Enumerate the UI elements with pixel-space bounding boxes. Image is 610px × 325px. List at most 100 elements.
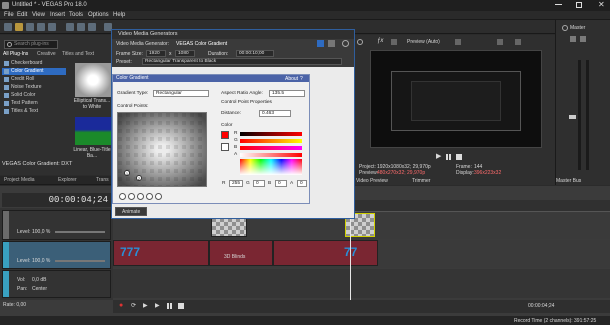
gear-icon[interactable] <box>562 25 568 31</box>
record-button[interactable]: ● <box>119 302 123 309</box>
about-link[interactable]: About <box>285 76 298 82</box>
control-point-2[interactable]: 2 <box>136 175 142 181</box>
help-button[interactable]: ? <box>300 76 303 82</box>
animate-button[interactable]: Animate <box>115 207 148 216</box>
track-header-audio[interactable]: Vol: 0,0 dB Pan: Center <box>2 270 111 298</box>
plugin-item-titles-text[interactable]: Titles & Text <box>2 108 66 115</box>
stop-button[interactable] <box>456 154 462 160</box>
fx-icon[interactable]: ƒx <box>377 38 383 44</box>
master-mute-icon[interactable] <box>580 36 586 42</box>
cut-icon[interactable] <box>66 23 74 31</box>
more-icon[interactable] <box>515 39 521 45</box>
tab-all-plugins[interactable]: All Plug-Ins <box>3 51 28 59</box>
plugin-item-credit-roll[interactable]: Credit Roll <box>2 76 66 83</box>
close-button[interactable]: ✕ <box>598 0 605 9</box>
preset-dropdown[interactable]: Rectangular Transparent to Black <box>142 58 342 65</box>
tab-trimmer[interactable]: Trimmer <box>412 178 430 184</box>
b-field[interactable]: 0 <box>275 180 287 187</box>
eyedropper-icon[interactable] <box>221 143 229 151</box>
a-field[interactable]: 0 <box>297 180 307 187</box>
save-icon[interactable] <box>26 23 34 31</box>
frame-height-field[interactable]: 1080 <box>175 50 195 57</box>
gear-icon[interactable] <box>357 39 363 45</box>
pause-button[interactable] <box>167 303 172 309</box>
plugin-icon <box>4 85 9 90</box>
video-clip[interactable]: 777 <box>113 240 209 266</box>
play-button[interactable]: ▶ <box>436 152 441 160</box>
save-preset-icon[interactable] <box>317 40 324 47</box>
move-right-icon[interactable] <box>155 193 162 200</box>
gradient-canvas[interactable]: 1 2 <box>117 112 207 187</box>
menu-insert[interactable]: Insert <box>50 12 65 18</box>
paste-icon[interactable] <box>88 23 96 31</box>
video-clip[interactable]: 77 <box>273 240 378 266</box>
green-slider[interactable] <box>240 139 302 143</box>
blue-slider[interactable] <box>240 146 302 150</box>
red-slider[interactable] <box>240 132 302 136</box>
snapshot-icon[interactable] <box>497 39 503 45</box>
color-swatch[interactable] <box>221 131 229 139</box>
preview-quality-dropdown[interactable]: Preview (Auto) <box>407 39 440 45</box>
color-spectrum[interactable] <box>240 159 302 175</box>
track-header-video-1[interactable]: Level: 100,0 % <box>2 210 111 240</box>
track-lane-video-2[interactable]: 777 3D Blinds 77 <box>113 240 610 268</box>
tab-titles-text[interactable]: Titles and Text <box>62 51 94 59</box>
maximize-button[interactable] <box>576 2 582 8</box>
add-point-icon[interactable] <box>128 193 135 200</box>
minimize-button[interactable] <box>555 4 562 5</box>
master-bus-tab[interactable]: Master Bus <box>556 178 581 184</box>
gradient-type-dropdown[interactable]: Rectangular <box>153 90 209 97</box>
tab-creative[interactable]: Creative <box>37 51 56 59</box>
open-icon[interactable] <box>15 23 23 31</box>
remove-point-icon[interactable] <box>137 193 144 200</box>
overlays-icon[interactable] <box>455 39 461 45</box>
frame-width-field[interactable]: 1920 <box>146 50 166 57</box>
level-slider[interactable] <box>55 231 105 233</box>
track-lane-audio[interactable] <box>113 269 610 298</box>
alpha-slider[interactable] <box>240 153 302 157</box>
plugin-item-solid-color[interactable]: Solid Color <box>2 92 66 99</box>
split-screen-icon[interactable] <box>391 39 397 45</box>
stop-button[interactable] <box>178 303 184 309</box>
menu-file[interactable]: File <box>4 12 14 18</box>
master-fader[interactable] <box>569 115 576 119</box>
plugin-item-color-gradient[interactable]: Color Gradient <box>2 68 66 75</box>
g-field[interactable]: 0 <box>253 180 265 187</box>
level-slider[interactable] <box>55 260 105 262</box>
tab-explorer[interactable]: Explorer <box>58 177 77 183</box>
menu-tools[interactable]: Tools <box>69 12 83 18</box>
properties-icon[interactable] <box>37 23 45 31</box>
render-icon[interactable] <box>48 23 56 31</box>
track-header-video-2[interactable]: Level: 100,0 % <box>2 241 111 269</box>
tab-video-preview[interactable]: Video Preview <box>356 178 388 184</box>
plugin-item-checkerboard[interactable]: Checkerboard <box>2 60 66 67</box>
tab-project-media[interactable]: Project Media <box>4 177 35 183</box>
gear-icon[interactable] <box>342 40 349 47</box>
move-left-icon[interactable] <box>146 193 153 200</box>
delete-preset-icon[interactable] <box>328 40 335 47</box>
aspect-ratio-field[interactable]: 135.5 <box>269 90 305 97</box>
pause-button[interactable] <box>446 154 451 160</box>
menu-edit[interactable]: Edit <box>17 12 27 18</box>
preset-thumbnail[interactable] <box>75 63 111 97</box>
tab-transitions[interactable]: Trans <box>96 177 109 183</box>
r-field[interactable]: 255 <box>229 180 243 187</box>
control-point-1[interactable]: 1 <box>124 170 130 176</box>
menu-help[interactable]: Help <box>113 12 125 18</box>
new-icon[interactable] <box>4 23 12 31</box>
play-from-start-button[interactable]: ▶ <box>143 302 148 309</box>
play-button[interactable]: ▶ <box>155 302 160 309</box>
preset-thumbnail[interactable] <box>75 117 111 145</box>
loop-button[interactable]: ⟳ <box>131 302 136 309</box>
distance-field[interactable]: 0.463 <box>259 110 291 117</box>
menu-options[interactable]: Options <box>88 12 109 18</box>
transition-clip[interactable]: 3D Blinds <box>209 240 273 266</box>
master-fx-icon[interactable] <box>570 36 576 42</box>
duration-field[interactable]: 00:00:10;00 <box>236 50 274 57</box>
zoom-out-icon[interactable] <box>119 193 126 200</box>
menu-view[interactable]: View <box>32 12 45 18</box>
plugin-item-noise-texture[interactable]: Noise Texture <box>2 84 66 91</box>
plugin-item-test-pattern[interactable]: Test Pattern <box>2 100 66 107</box>
copy-icon[interactable] <box>77 23 85 31</box>
search-input[interactable]: Search plug-ins <box>4 40 58 49</box>
